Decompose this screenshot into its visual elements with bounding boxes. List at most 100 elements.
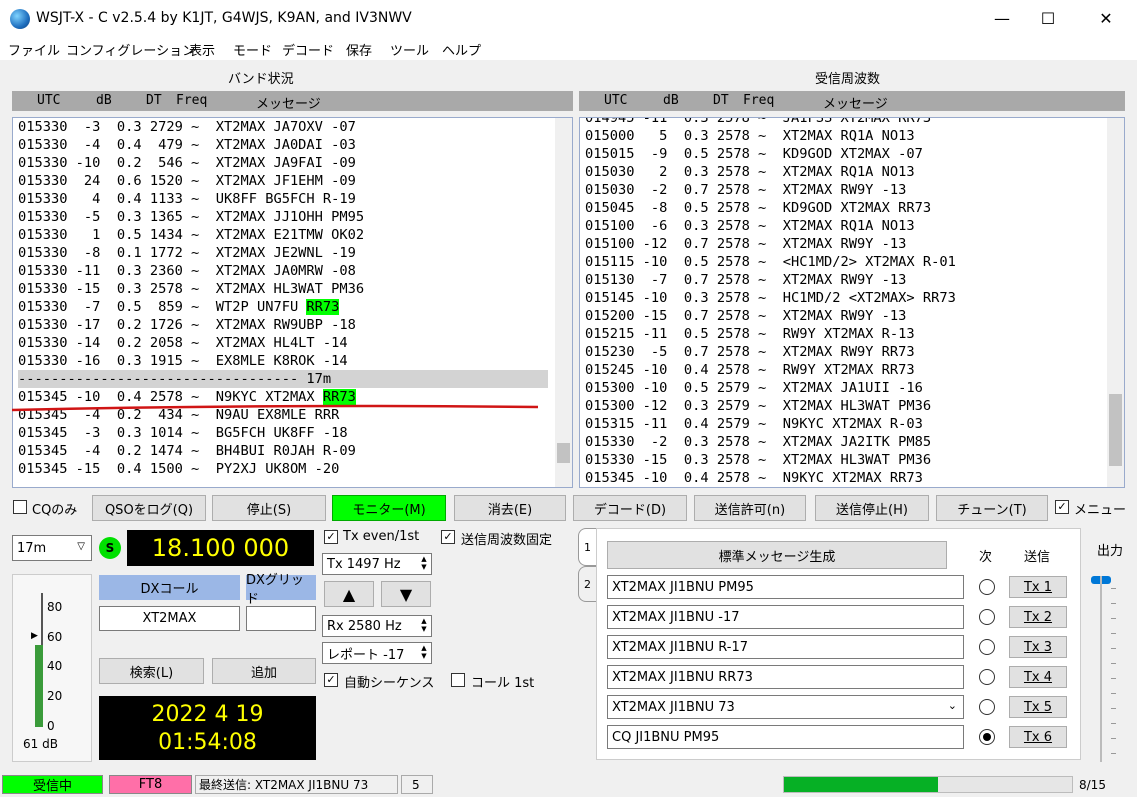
monitor-button[interactable]: モニター(M) bbox=[332, 495, 446, 521]
decode-row[interactable]: 015330 24 0.6 1520 ~ XT2MAX JF1EHM -09 bbox=[18, 172, 356, 190]
decode-row[interactable]: 015330 -4 0.4 479 ~ XT2MAX JA0DAI -03 bbox=[18, 136, 356, 154]
erase-button[interactable]: 消去(E) bbox=[454, 495, 566, 521]
decode-row[interactable]: 015345 -15 0.4 1500 ~ PY2XJ UK8OM -20 bbox=[18, 460, 339, 478]
rx-decode-row[interactable]: 015000 5 0.3 2578 ~ XT2MAX RQ1A NO13 bbox=[585, 127, 915, 145]
decode-row[interactable]: 015330 -5 0.3 1365 ~ XT2MAX JJ1OHH PM95 bbox=[18, 208, 364, 226]
scroll-thumb[interactable] bbox=[1109, 394, 1122, 466]
spin-arrows-icon[interactable]: ▲ ▼ bbox=[418, 555, 430, 571]
tx-freq-spinbox[interactable]: Tx 1497 Hz ▲ ▼ bbox=[322, 553, 432, 575]
rx-frequency-scrollbar[interactable] bbox=[1107, 118, 1124, 487]
rx-decode-row[interactable]: 015100 -12 0.7 2578 ~ XT2MAX RW9Y -13 bbox=[585, 235, 906, 253]
up-arrow-button[interactable]: ▲ bbox=[324, 581, 374, 607]
spin-arrows-icon[interactable]: ▲ ▼ bbox=[418, 617, 430, 633]
down-arrow-button[interactable]: ▼ bbox=[381, 581, 431, 607]
band-activity-list[interactable]: 015330 -3 0.3 2729 ~ XT2MAX JA7OXV -07 01… bbox=[12, 117, 573, 488]
decode-row[interactable]: 015345 -3 0.3 1014 ~ BG5FCH UK8FF -18 bbox=[18, 424, 348, 442]
minimize-button[interactable]: — bbox=[979, 0, 1025, 36]
tx-message-input[interactable]: XT2MAX JI1BNU -17 bbox=[607, 605, 964, 629]
decode-row[interactable]: 015330 -10 0.2 546 ~ XT2MAX JA9FAI -09 bbox=[18, 154, 356, 172]
send-tx-button[interactable]: Tx 4 bbox=[1009, 666, 1067, 688]
tab-2[interactable]: 2 bbox=[578, 566, 596, 602]
add-button[interactable]: 追加 bbox=[212, 658, 316, 684]
next-message-radio[interactable] bbox=[979, 669, 995, 685]
tx-message-input[interactable]: XT2MAX JI1BNU RR73 bbox=[607, 665, 964, 689]
band-separator-row[interactable]: ---------------------------------- 17m bbox=[18, 370, 548, 388]
hold-tx-freq-checkbox[interactable]: ✓ bbox=[441, 530, 455, 544]
rx-decode-row[interactable]: 015115 -10 0.5 2578 ~ <HC1MD/2> XT2MAX R… bbox=[585, 253, 956, 271]
tx-message-input[interactable]: XT2MAX JI1BNU R-17 bbox=[607, 635, 964, 659]
menu-file[interactable]: ファイル bbox=[8, 40, 60, 59]
next-message-radio[interactable] bbox=[979, 729, 995, 745]
tx-even-checkbox[interactable]: ✓ bbox=[324, 530, 338, 544]
next-message-radio[interactable] bbox=[979, 579, 995, 595]
band-select[interactable]: 17m ▽ bbox=[12, 535, 92, 561]
decode-row[interactable]: 015330 -17 0.2 1726 ~ XT2MAX RW9UBP -18 bbox=[18, 316, 356, 334]
rx-decode-row[interactable]: 015330 -15 0.3 2578 ~ XT2MAX HL3WAT PM36 bbox=[585, 451, 931, 469]
send-tx-button[interactable]: Tx 5 bbox=[1009, 696, 1067, 718]
rx-decode-row[interactable]: 015300 -10 0.5 2579 ~ XT2MAX JA1UII -16 bbox=[585, 379, 923, 397]
rx-decode-row[interactable]: 015130 -7 0.7 2578 ~ XT2MAX RW9Y -13 bbox=[585, 271, 906, 289]
rx-decode-row[interactable]: 015200 -15 0.7 2578 ~ XT2MAX RW9Y -13 bbox=[585, 307, 906, 325]
tab-1[interactable]: 1 bbox=[578, 528, 596, 566]
next-message-radio[interactable] bbox=[979, 699, 995, 715]
rx-frequency-list[interactable]: 014945 -11 0.3 2578 ~ JA1FSS XT2MAX RR73… bbox=[579, 117, 1125, 488]
send-tx-button[interactable]: Tx 1 bbox=[1009, 576, 1067, 598]
auto-seq-checkbox[interactable]: ✓ bbox=[324, 673, 338, 687]
decode-row[interactable]: 015330 -14 0.2 2058 ~ XT2MAX HL4LT -14 bbox=[18, 334, 348, 352]
decode-row[interactable]: 015330 -16 0.3 1915 ~ EX8MLE K8ROK -14 bbox=[18, 352, 348, 370]
band-activity-scrollbar[interactable] bbox=[555, 118, 572, 487]
decode-button[interactable]: デコード(D) bbox=[573, 495, 687, 521]
rx-freq-spinbox[interactable]: Rx 2580 Hz ▲ ▼ bbox=[322, 615, 432, 637]
spin-arrows-icon[interactable]: ▲ ▼ bbox=[418, 644, 430, 660]
generate-messages-button[interactable]: 標準メッセージ生成 bbox=[607, 541, 947, 569]
rx-decode-row[interactable]: 015015 -9 0.5 2578 ~ KD9GOD XT2MAX -07 bbox=[585, 145, 923, 163]
tx-message-input[interactable]: XT2MAX JI1BNU 73 ⌄ bbox=[607, 695, 964, 719]
menu-help[interactable]: ヘルプ bbox=[442, 40, 481, 59]
log-qso-button[interactable]: QSOをログ(Q) bbox=[92, 495, 206, 521]
menu-view[interactable]: 表示 bbox=[189, 40, 215, 59]
maximize-button[interactable]: ☐ bbox=[1025, 0, 1071, 36]
menu-save[interactable]: 保存 bbox=[346, 40, 372, 59]
rx-decode-row[interactable]: 015315 -11 0.4 2579 ~ N9KYC XT2MAX R-03 bbox=[585, 415, 923, 433]
halt-tx-button[interactable]: 送信停止(H) bbox=[815, 495, 929, 521]
menu-tools[interactable]: ツール bbox=[390, 40, 429, 59]
decode-row[interactable]: 015330 -3 0.3 2729 ~ XT2MAX JA7OXV -07 bbox=[18, 118, 356, 136]
decode-row[interactable]: 015330 4 0.4 1133 ~ UK8FF BG5FCH R-19 bbox=[18, 190, 356, 208]
rx-decode-row[interactable]: 015215 -11 0.5 2578 ~ RW9Y XT2MAX R-13 bbox=[585, 325, 915, 343]
power-slider-track[interactable] bbox=[1100, 576, 1102, 762]
menu-checkbox[interactable]: ✓ bbox=[1055, 500, 1069, 514]
scroll-thumb[interactable] bbox=[557, 443, 570, 463]
enable-tx-button[interactable]: 送信許可(n) bbox=[694, 495, 806, 521]
tx-message-input[interactable]: CQ JI1BNU PM95 bbox=[607, 725, 964, 749]
call-1st-checkbox[interactable] bbox=[451, 673, 465, 687]
tune-button[interactable]: チューン(T) bbox=[936, 495, 1048, 521]
rx-decode-row[interactable]: 015345 -10 0.4 2578 ~ N9KYC XT2MAX RR73 bbox=[585, 469, 923, 487]
dx-grid-input[interactable] bbox=[246, 606, 316, 631]
decode-row[interactable]: 015330 1 0.5 1434 ~ XT2MAX E21TMW OK02 bbox=[18, 226, 364, 244]
decode-row[interactable]: 015330 -15 0.3 2578 ~ XT2MAX HL3WAT PM36 bbox=[18, 280, 364, 298]
send-tx-button[interactable]: Tx 2 bbox=[1009, 606, 1067, 628]
rx-decode-row[interactable]: 015100 -6 0.3 2578 ~ XT2MAX RQ1A NO13 bbox=[585, 217, 915, 235]
stop-button[interactable]: 停止(S) bbox=[212, 495, 326, 521]
next-message-radio[interactable] bbox=[979, 639, 995, 655]
rx-decode-row[interactable]: 015145 -10 0.3 2578 ~ HC1MD/2 <XT2MAX> R… bbox=[585, 289, 956, 307]
menu-decode[interactable]: デコード bbox=[282, 40, 334, 59]
rx-decode-row[interactable]: 015330 -2 0.3 2578 ~ XT2MAX JA2ITK PM85 bbox=[585, 433, 931, 451]
rx-decode-row[interactable]: 015230 -5 0.7 2578 ~ XT2MAX RW9Y RR73 bbox=[585, 343, 915, 361]
decode-row[interactable]: 015345 -4 0.2 1474 ~ BH4BUI R0JAH R-09 bbox=[18, 442, 356, 460]
dx-call-input[interactable]: XT2MAX bbox=[99, 606, 240, 631]
send-tx-button[interactable]: Tx 6 bbox=[1009, 726, 1067, 748]
menu-configuration[interactable]: コンフィグレーション bbox=[66, 40, 195, 59]
next-message-radio[interactable] bbox=[979, 609, 995, 625]
menu-mode[interactable]: モード bbox=[233, 40, 272, 59]
tx-message-input[interactable]: XT2MAX JI1BNU PM95 bbox=[607, 575, 964, 599]
rx-decode-row[interactable]: 015300 -12 0.3 2579 ~ XT2MAX HL3WAT PM36 bbox=[585, 397, 931, 415]
rx-decode-row[interactable]: 014945 -11 0.3 2578 ~ JA1FSS XT2MAX RR73 bbox=[585, 118, 931, 127]
decode-row[interactable]: 015330 -8 0.1 1772 ~ XT2MAX JE2WNL -19 bbox=[18, 244, 356, 262]
close-button[interactable]: ✕ bbox=[1083, 0, 1129, 36]
report-spinbox[interactable]: レポート -17 ▲ ▼ bbox=[322, 642, 432, 664]
lookup-button[interactable]: 検索(L) bbox=[99, 658, 204, 684]
rx-decode-row[interactable]: 015030 2 0.3 2578 ~ XT2MAX RQ1A NO13 bbox=[585, 163, 915, 181]
rx-decode-row[interactable]: 015245 -10 0.4 2578 ~ RW9Y XT2MAX RR73 bbox=[585, 361, 915, 379]
rx-decode-row[interactable]: 015030 -2 0.7 2578 ~ XT2MAX RW9Y -13 bbox=[585, 181, 906, 199]
